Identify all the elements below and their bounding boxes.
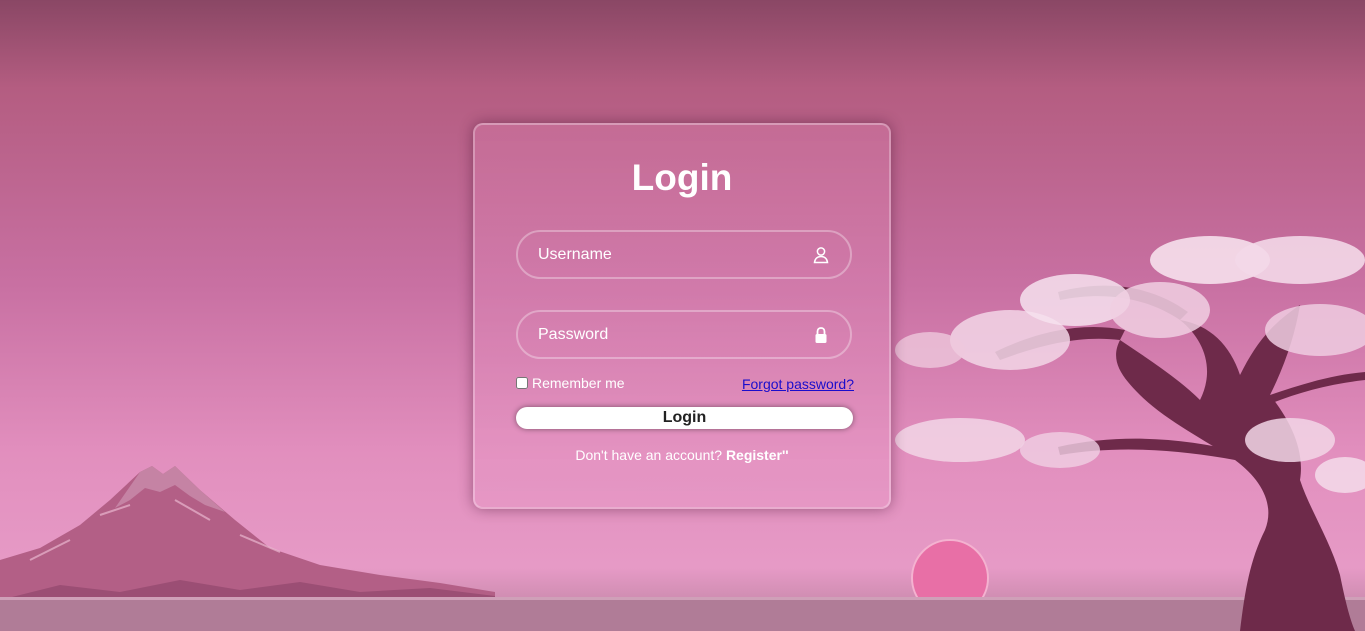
- remember-me-text: Remember me: [532, 375, 625, 391]
- register-prompt: Don't have an account? Register'': [475, 447, 889, 463]
- remember-me-checkbox[interactable]: [516, 377, 528, 389]
- water-band: [0, 597, 1365, 631]
- no-account-text: Don't have an account?: [575, 447, 723, 463]
- login-title: Login: [631, 157, 733, 198]
- forgot-password-link[interactable]: Forgot password?: [742, 376, 854, 392]
- username-field[interactable]: [516, 230, 852, 279]
- password-input[interactable]: [518, 312, 850, 357]
- login-button[interactable]: Login: [516, 407, 853, 429]
- user-icon: [813, 247, 829, 264]
- lock-icon: [815, 327, 827, 343]
- password-field[interactable]: [516, 310, 852, 359]
- options-row: Remember me Forgot password?: [516, 375, 854, 395]
- login-card: Login Remember me Forgot password? Login…: [473, 123, 891, 509]
- remember-me-label[interactable]: Remember me: [516, 375, 625, 391]
- register-link[interactable]: Register'': [726, 447, 789, 463]
- username-input[interactable]: [518, 232, 850, 277]
